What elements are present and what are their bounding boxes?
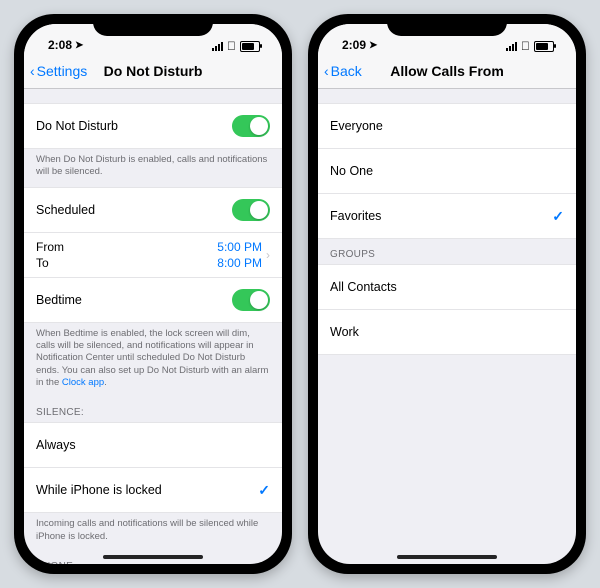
dnd-row[interactable]: Do Not Disturb (24, 103, 282, 149)
home-indicator[interactable] (397, 555, 497, 559)
option-no-one[interactable]: No One (318, 149, 576, 194)
status-time: 2:09 (342, 38, 366, 52)
checkmark-icon: ✓ (258, 482, 270, 499)
content-right: Everyone No One Favorites ✓ GROUPS All C… (318, 89, 576, 564)
to-label: To (36, 256, 49, 270)
group-work[interactable]: Work (318, 310, 576, 355)
nav-bar: ‹ Settings Do Not Disturb (24, 54, 282, 89)
chevron-left-icon: ‹ (324, 63, 329, 79)
option-label: Everyone (330, 119, 564, 133)
from-value: 5:00 PM (217, 240, 262, 254)
from-label: From (36, 240, 64, 254)
checkmark-icon: ✓ (552, 208, 564, 225)
schedule-time-row[interactable]: From 5:00 PM To 8:00 PM › (24, 233, 282, 278)
bedtime-row[interactable]: Bedtime (24, 278, 282, 323)
to-value: 8:00 PM (217, 256, 262, 270)
back-label: Settings (37, 63, 88, 79)
battery-icon (534, 41, 554, 52)
status-time: 2:08 (48, 38, 72, 52)
clock-app-link[interactable]: Clock app (62, 377, 104, 388)
always-row[interactable]: Always (24, 422, 282, 468)
home-indicator[interactable] (103, 555, 203, 559)
wifi-icon: 􀙇 (521, 42, 530, 51)
chevron-left-icon: ‹ (30, 63, 35, 79)
groups-header: GROUPS (318, 239, 576, 264)
scheduled-toggle[interactable] (232, 199, 270, 221)
group-label: All Contacts (330, 280, 564, 294)
bedtime-label: Bedtime (36, 293, 232, 307)
stage: 2:08 ➤ 􀙇 ‹ Settings Do Not Disturb (0, 0, 600, 588)
screen-right: 2:09 ➤ 􀙇 ‹ Back Allow Calls From (318, 24, 576, 564)
wifi-icon: 􀙇 (227, 42, 236, 51)
notch (387, 14, 507, 36)
always-label: Always (36, 438, 270, 452)
option-label: No One (330, 164, 564, 178)
bedtime-footer: When Bedtime is enabled, the lock screen… (24, 323, 282, 398)
signal-icon (506, 42, 517, 51)
notch (93, 14, 213, 36)
location-icon: ➤ (369, 40, 377, 51)
silence-footer: Incoming calls and notifications will be… (24, 513, 282, 551)
chevron-right-icon: › (266, 248, 270, 262)
silence-header: SILENCE: (24, 397, 282, 422)
content-left: Do Not Disturb When Do Not Disturb is en… (24, 89, 282, 564)
phone-left: 2:08 ➤ 􀙇 ‹ Settings Do Not Disturb (14, 14, 292, 574)
nav-bar: ‹ Back Allow Calls From (318, 54, 576, 89)
locked-row[interactable]: While iPhone is locked ✓ (24, 468, 282, 513)
dnd-label: Do Not Disturb (36, 119, 232, 133)
group-label: Work (330, 325, 564, 339)
location-icon: ➤ (75, 40, 83, 51)
locked-label: While iPhone is locked (36, 483, 258, 497)
option-everyone[interactable]: Everyone (318, 103, 576, 149)
battery-icon (240, 41, 260, 52)
group-all-contacts[interactable]: All Contacts (318, 264, 576, 310)
scheduled-label: Scheduled (36, 203, 232, 217)
back-button[interactable]: ‹ Back (324, 63, 362, 79)
dnd-footer: When Do Not Disturb is enabled, calls an… (24, 149, 282, 187)
back-button[interactable]: ‹ Settings (30, 63, 87, 79)
screen-left: 2:08 ➤ 􀙇 ‹ Settings Do Not Disturb (24, 24, 282, 564)
back-label: Back (331, 63, 362, 79)
signal-icon (212, 42, 223, 51)
phone-right: 2:09 ➤ 􀙇 ‹ Back Allow Calls From (308, 14, 586, 574)
option-favorites[interactable]: Favorites ✓ (318, 194, 576, 239)
scheduled-row[interactable]: Scheduled (24, 187, 282, 233)
dnd-toggle[interactable] (232, 115, 270, 137)
option-label: Favorites (330, 209, 552, 223)
bedtime-toggle[interactable] (232, 289, 270, 311)
